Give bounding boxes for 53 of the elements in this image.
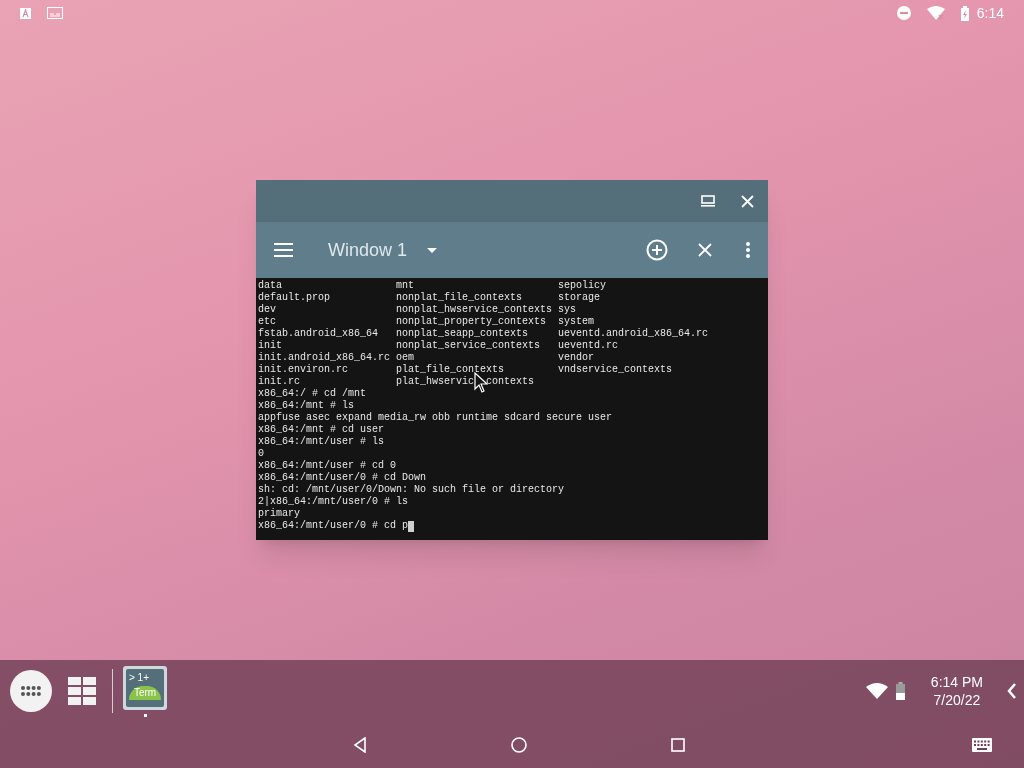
dropdown-caret-icon	[427, 247, 438, 253]
back-icon[interactable]	[353, 737, 367, 753]
app-icon-text: > 1+	[129, 671, 150, 684]
terminal-screen[interactable]	[256, 278, 768, 540]
terminal-line: 0	[258, 448, 264, 460]
terminal-line: init.android_x86_64.rc oem vendor	[258, 352, 595, 364]
recent-apps-icon[interactable]	[671, 738, 685, 752]
terminal-line: appfuse asec expand media_rw obb runtime sdcard secure user	[258, 412, 613, 424]
terminal-line: fstab.android_x86_64 nonplat_seapp_contexts ueventd.android_x86_64.rc	[258, 328, 709, 340]
wifi-icon	[865, 683, 888, 699]
wifi-icon	[926, 6, 945, 20]
terminal-line: dev nonplat_hwservice_contexts sys	[258, 304, 577, 316]
terminal-line: x86_64:/mnt/user/0 # cd Down	[258, 472, 427, 484]
app-drawer-button[interactable]	[10, 670, 52, 712]
home-icon[interactable]	[511, 737, 527, 753]
taskbar-date: 7/20/22	[933, 691, 981, 709]
terminal-line: sh: cd: /mnt/user/0/Down: No such file or directory	[258, 484, 565, 496]
keyboard-letter-icon	[20, 7, 31, 19]
text-cursor	[408, 520, 415, 532]
terminal-line: primary	[258, 508, 300, 520]
terminal-line: x86_64:/mnt # ls	[258, 400, 354, 412]
terminal-line: etc nonplat_property_contexts system	[258, 316, 595, 328]
window-mode-icon[interactable]	[701, 195, 715, 207]
grid-icon[interactable]	[68, 677, 96, 705]
subtitles-icon	[47, 7, 63, 19]
taskbar-time: 6:14 PM	[930, 673, 983, 691]
terminal-line: 2|x86_64:/mnt/user/0 # ls	[258, 496, 409, 508]
terminal-line: x86_64:/mnt/user/0 # cd p	[258, 520, 409, 532]
window-selector[interactable]: Window 1	[328, 236, 438, 264]
dots-grid-icon	[20, 685, 42, 697]
battery-icon	[960, 5, 969, 21]
terminal-line: x86_64:/mnt/user # cd 0	[258, 460, 397, 472]
battery-icon	[895, 682, 905, 700]
add-circle-icon[interactable]	[646, 239, 668, 261]
chevron-left-icon[interactable]	[1007, 683, 1016, 699]
menu-icon[interactable]	[274, 243, 293, 257]
terminal-line: init nonplat_service_contexts ueventd.rc	[258, 340, 619, 352]
more-options-icon[interactable]	[746, 242, 750, 258]
terminal-line: init.environ.rc plat_file_contexts vndservice_contexts	[258, 364, 673, 376]
terminal-app-icon[interactable]: > 1+ Term	[123, 665, 167, 710]
terminal-text: init.rc plat_hwservic	[258, 376, 475, 388]
terminal-line: data mnt sepolicy	[258, 280, 607, 292]
terminal-line: default.prop nonplat_file_contexts storage	[258, 292, 601, 304]
clock: 6:14	[976, 3, 1004, 23]
keyboard-icon[interactable]	[972, 738, 992, 752]
terminal-line: x86_64:/mnt # cd user	[258, 424, 385, 436]
terminal-line: x86_64:/mnt/user # ls	[258, 436, 385, 448]
close-icon[interactable]	[698, 243, 712, 257]
terminal-line: x86_64:/ # cd /mnt	[258, 388, 367, 400]
do-not-disturb-icon	[896, 6, 911, 20]
terminal-text: contexts	[486, 376, 535, 388]
app-icon-label: Term	[129, 685, 161, 700]
close-icon[interactable]	[741, 194, 754, 208]
